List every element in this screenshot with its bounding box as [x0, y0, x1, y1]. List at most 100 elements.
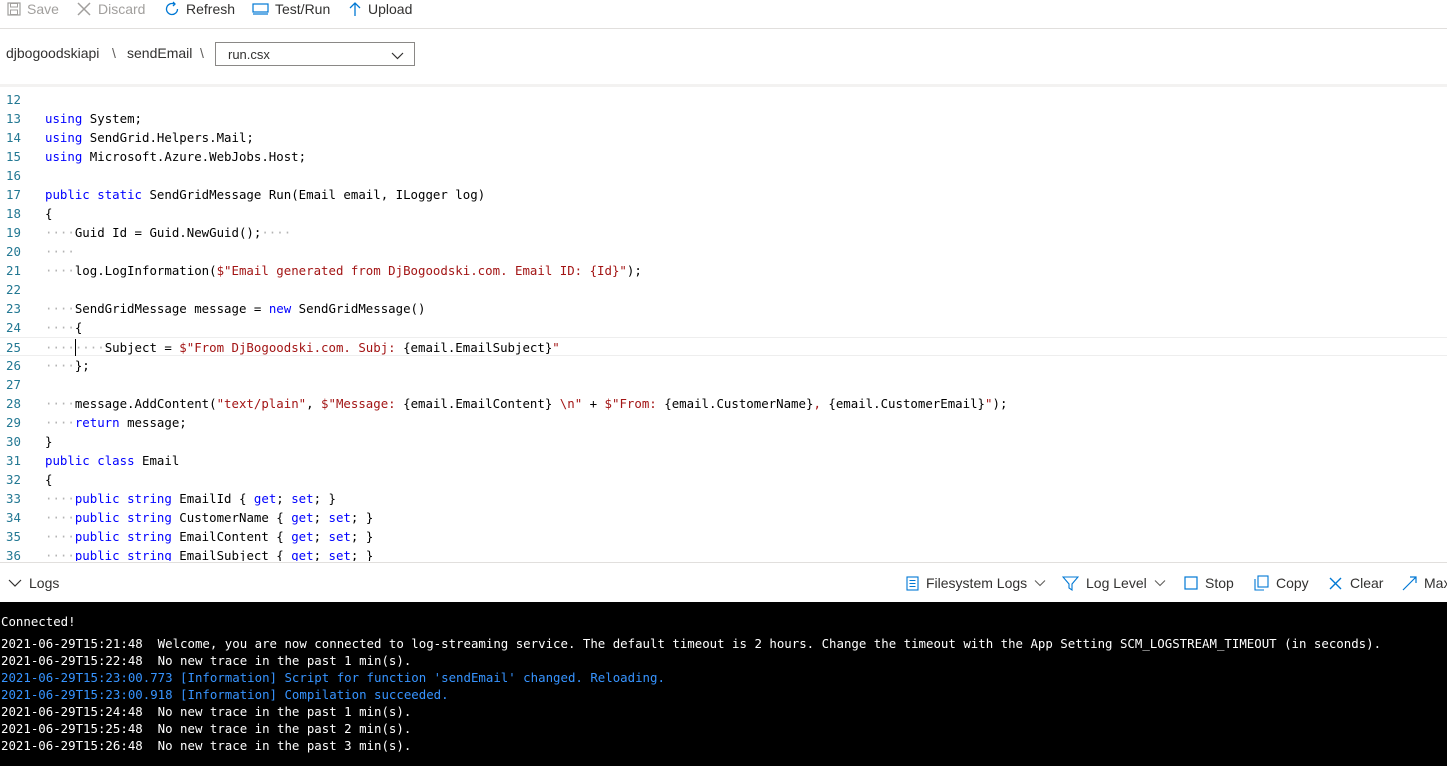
save-button[interactable]: Save [7, 0, 59, 18]
code-token: public [45, 187, 90, 202]
line-number: 27 [6, 377, 21, 392]
code-token: "text/plain" [216, 396, 307, 411]
code-token: set [291, 491, 314, 506]
chevron-down-icon [1034, 579, 1046, 587]
logs-toggle[interactable]: Logs [8, 574, 59, 592]
line-number: 23 [6, 301, 21, 316]
code-line[interactable]: 24 ····{ [0, 318, 1447, 337]
breadcrumb-app[interactable]: djbogoodskiapi [6, 45, 99, 61]
code-line[interactable]: 14 using SendGrid.Helpers.Mail; [0, 128, 1447, 147]
code-line[interactable]: 31 public class Email [0, 451, 1447, 470]
maximize-label: Maximize [1424, 575, 1447, 591]
code-token: string [127, 510, 172, 525]
code-token: ; [313, 548, 329, 561]
code-token: new [268, 301, 292, 316]
line-number: 15 [6, 149, 21, 164]
code-token: }; [74, 358, 90, 373]
line-number: 17 [6, 187, 21, 202]
line-number: 14 [6, 130, 21, 145]
code-text: ········Subject = $"From DjBogoodski.com… [45, 340, 560, 355]
clear-label: Clear [1350, 575, 1384, 591]
code-token: return [74, 415, 120, 430]
code-token: string [127, 548, 172, 561]
code-line[interactable]: 29 ····return message; [0, 413, 1447, 432]
file-select-dropdown[interactable]: run.csx [215, 42, 415, 66]
code-token: Guid Id = Guid.NewGuid(); [74, 225, 262, 240]
code-token: {email.CustomerName} [664, 396, 814, 411]
line-number: 36 [6, 548, 21, 561]
code-line[interactable]: 26 ····}; [0, 356, 1447, 375]
code-line[interactable]: 12 [0, 90, 1447, 109]
code-token: public [74, 548, 120, 561]
code-line[interactable]: 13 using System; [0, 109, 1447, 128]
code-token: $"Email generated from DjBogoodski.com. … [216, 263, 627, 278]
code-line[interactable]: 30} [0, 432, 1447, 451]
code-line[interactable]: 32 { [0, 470, 1447, 489]
code-line[interactable]: 22 [0, 280, 1447, 299]
copy-button[interactable]: Copy [1254, 574, 1309, 592]
code-line[interactable]: 18 { [0, 204, 1447, 223]
log-line: Connected! [1, 614, 76, 629]
code-text: ····public string CustomerName { get; se… [45, 510, 373, 525]
breadcrumb: djbogoodskiapi \ sendEmail \ run.csx [0, 30, 1447, 78]
upload-button[interactable]: Upload [348, 0, 412, 18]
code-line[interactable]: 25 ········Subject = $"From DjBogoodski.c… [0, 337, 1447, 356]
code-token: log.LogInformation( [74, 263, 217, 278]
log-source-dropdown[interactable]: Filesystem Logs [906, 574, 1046, 592]
code-token: { [74, 320, 83, 335]
log-console[interactable]: Connected! 2021-06-29T15:21:48 Welcome, y… [0, 602, 1447, 766]
log-line: 2021-06-29T15:26:48 No new trace in the … [1, 738, 412, 753]
code-token: Microsoft.Azure.WebJobs.Host; [82, 149, 307, 164]
code-line[interactable]: 36 ····public string EmailSubject { get; … [0, 546, 1447, 561]
code-text: public static SendGridMessage Run(Email … [45, 187, 485, 202]
code-text: ···· [45, 244, 75, 259]
code-token: class [97, 453, 135, 468]
code-line[interactable]: 17 public static SendGridMessage Run(Emai… [0, 185, 1447, 204]
code-line[interactable]: 27 [0, 375, 1447, 394]
discard-button[interactable]: Discard [76, 0, 145, 18]
code-line[interactable]: 20 ···· [0, 242, 1447, 261]
code-line[interactable]: 15 using Microsoft.Azure.WebJobs.Host; [0, 147, 1447, 166]
code-token: ; } [350, 529, 374, 544]
code-line[interactable]: 34 ····public string CustomerName { get; … [0, 508, 1447, 527]
refresh-label: Refresh [186, 1, 236, 17]
code-token: get [291, 548, 314, 561]
code-text: ····public string EmailSubject { get; se… [45, 548, 373, 561]
code-text: using System; [45, 111, 142, 126]
code-token: ; } [313, 491, 336, 506]
test-run-button[interactable]: Test/Run [252, 0, 330, 18]
maximize-button[interactable]: Maximize [1402, 574, 1447, 592]
code-line[interactable]: 35 ····public string EmailContent { get; … [0, 527, 1447, 546]
code-token: " [552, 340, 560, 355]
code-token: public [74, 529, 120, 544]
code-token: message.AddContent( [74, 396, 217, 411]
code-line[interactable]: 28 ····message.AddContent("text/plain", $… [0, 394, 1447, 413]
clear-button[interactable]: Clear [1328, 574, 1383, 592]
code-token: SendGrid.Helpers.Mail; [82, 130, 254, 145]
code-line[interactable]: 19 ····Guid Id = Guid.NewGuid();···· [0, 223, 1447, 242]
code-editor[interactable]: 12 13 using System; 14 using SendGrid.Helper… [0, 87, 1447, 561]
code-token: {email.EmailSubject} [403, 340, 553, 355]
maximize-icon [1402, 575, 1417, 591]
code-token: using [45, 130, 83, 145]
line-number: 12 [6, 92, 21, 107]
code-text: ····public string EmailId { get; set; } [45, 491, 336, 506]
code-token: { [45, 472, 53, 487]
code-line[interactable]: 21 ····log.LogInformation($"Email generat… [0, 261, 1447, 280]
code-line[interactable]: 33 ····public string EmailId { get; set; … [0, 489, 1447, 508]
line-number: 13 [6, 111, 21, 126]
breadcrumb-function[interactable]: sendEmail [127, 45, 192, 61]
stop-button[interactable]: Stop [1184, 574, 1234, 592]
log-level-dropdown[interactable]: Log Level [1062, 574, 1166, 592]
code-token: public [74, 491, 120, 506]
log-line: 2021-06-29T15:22:48 No new trace in the … [1, 653, 412, 668]
test-run-label: Test/Run [275, 1, 331, 17]
code-line[interactable]: 23 ····SendGridMessage message = new Send… [0, 299, 1447, 318]
code-line[interactable]: 16 [0, 166, 1447, 185]
close-icon [76, 1, 92, 17]
refresh-button[interactable]: Refresh [164, 0, 235, 18]
code-text: using Microsoft.Azure.WebJobs.Host; [45, 149, 306, 164]
